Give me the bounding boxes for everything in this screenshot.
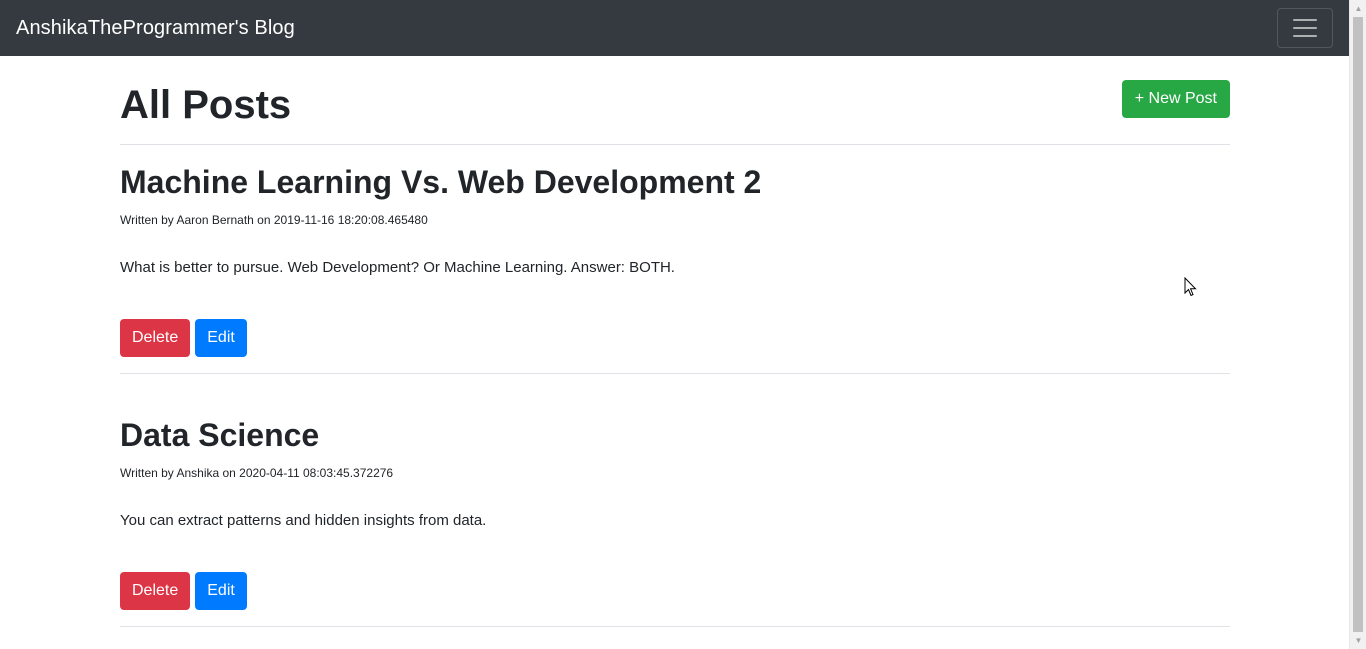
post-meta: Written by Aaron Bernath on 2019-11-16 1… [120,213,428,227]
post-content: You can extract patterns and hidden insi… [120,512,487,529]
mouse-pointer-icon [1184,277,1197,297]
post-item: Machine Learning Vs. Web Development 2 W… [120,145,1230,374]
post-content: What is better to pursue. Web Developmen… [120,259,675,276]
scroll-down-arrow-icon[interactable]: ▼ [1350,632,1366,649]
post-actions: Delete Edit [120,319,247,357]
hamburger-menu-icon-bar [1293,27,1317,29]
edit-button[interactable]: Edit [195,319,247,357]
delete-button[interactable]: Delete [120,319,191,357]
post-actions: Delete Edit [120,572,247,610]
post-title: Data Science [120,417,320,453]
new-post-button[interactable]: + New Post [1121,80,1230,118]
navbar-brand[interactable]: AnshikaTheProgrammer's Blog [16,17,295,40]
page-title: All Posts [120,83,292,127]
scroll-up-arrow-icon[interactable]: ▲ [1350,0,1366,17]
scrollbar-thumb[interactable] [1353,17,1363,632]
page-header: All Posts + New Post [120,56,1230,145]
edit-button[interactable]: Edit [195,572,247,610]
hamburger-menu-icon [1293,19,1317,21]
main-container: All Posts + New Post Machine Learning Vs… [120,56,1230,627]
delete-button[interactable]: Delete [120,572,191,610]
navbar-toggler-button[interactable] [1277,8,1333,48]
post-title: Machine Learning Vs. Web Development 2 [120,164,762,200]
hamburger-menu-icon-bar [1293,35,1317,37]
navbar: AnshikaTheProgrammer's Blog [0,0,1349,56]
post-meta: Written by Anshika on 2020-04-11 08:03:4… [120,466,394,480]
vertical-scrollbar[interactable]: ▲ ▼ [1349,0,1366,649]
post-item: Data Science Written by Anshika on 2020-… [120,374,1230,627]
